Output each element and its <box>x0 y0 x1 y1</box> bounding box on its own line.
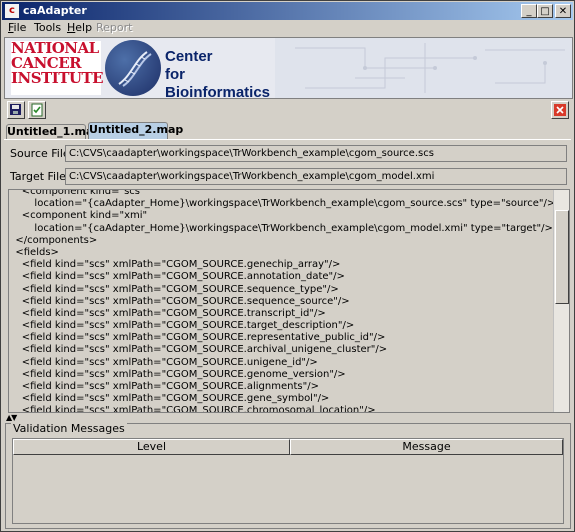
tab-untitled-2[interactable]: Untitled_2.map <box>88 122 183 139</box>
close-button[interactable]: ✕ <box>555 4 571 18</box>
code-line: <field kind="scs" xmlPath="CGOM_SOURCE.s… <box>9 283 339 295</box>
code-line: <field kind="scs" xmlPath="CGOM_SOURCE.g… <box>9 393 330 405</box>
map-tabs: Untitled_1.map Untitled_2.map <box>4 122 571 139</box>
cb-line-3: Bioinformatics <box>165 84 271 99</box>
column-header-level[interactable]: Level <box>13 439 290 455</box>
cb-line-2: for <box>165 66 185 83</box>
menu-report[interactable]: Report <box>96 21 132 35</box>
code-line: <component kind="xmi" <box>9 210 148 222</box>
app-window: c caAdapter _ □ ✕ File Tools Help Report… <box>0 0 575 532</box>
save-button[interactable] <box>7 101 25 119</box>
menu-tools[interactable]: Tools <box>34 21 61 35</box>
nci-line-3: INSTITUTE <box>11 69 104 87</box>
code-line: <component kind="scs" <box>9 189 145 197</box>
source-file-label: Source File: <box>10 147 74 160</box>
cb-line-1: Center <box>165 48 213 65</box>
tab-untitled-1[interactable]: Untitled_1.map <box>6 124 101 139</box>
nci-cb-banner: NATIONAL CANCER INSTITUTE Center for Bio… <box>4 37 573 99</box>
validation-title: Validation Messages <box>11 422 127 435</box>
code-line: <field kind="scs" xmlPath="CGOM_SOURCE.a… <box>9 381 319 392</box>
code-line: <field kind="scs" xmlPath="CGOM_SOURCE.s… <box>9 295 350 307</box>
menu-tools-label: Tools <box>34 21 62 34</box>
validate-button[interactable] <box>28 101 46 119</box>
toolbar <box>4 100 571 122</box>
code-line: <field kind="scs" xmlPath="CGOM_SOURCE.t… <box>9 320 355 332</box>
code-line: <field kind="scs" xmlPath="CGOM_SOURCE.c… <box>9 405 376 413</box>
dna-emblem-icon <box>105 40 161 96</box>
menu-report-label: Report <box>96 21 133 34</box>
menu-help[interactable]: Help <box>67 21 92 35</box>
editor-vertical-scrollbar[interactable] <box>553 190 569 412</box>
close-tab-icon <box>554 104 566 116</box>
menu-bar: File Tools Help Report <box>2 20 573 36</box>
code-line: </components> <box>9 234 98 246</box>
code-line: <field kind="scs" xmlPath="CGOM_SOURCE.t… <box>9 307 326 319</box>
menu-help-label: elp <box>75 21 93 34</box>
maximize-button[interactable]: □ <box>537 4 553 18</box>
code-line: <field kind="scs" xmlPath="CGOM_SOURCE.a… <box>9 344 388 356</box>
code-line: location="{caAdapter_Home}\workingspace\… <box>9 198 556 210</box>
validation-messages-group: Validation Messages Level Message <box>5 423 571 529</box>
minimize-button[interactable]: _ <box>521 4 537 18</box>
window-title: caAdapter <box>23 4 87 17</box>
code-line: <field kind="scs" xmlPath="CGOM_SOURCE.g… <box>9 368 346 380</box>
xml-text: <component kind="scs" location="{caAdapt… <box>9 189 556 413</box>
code-line: <field kind="scs" xmlPath="CGOM_SOURCE.r… <box>9 332 386 344</box>
target-file-field[interactable]: C:\CVS\caadapter\workingspace\TrWorkbenc… <box>65 168 567 185</box>
code-line: location="{caAdapter_Home}\workingspace\… <box>9 222 553 234</box>
menu-file-label: ile <box>13 21 27 34</box>
center-for-bioinformatics-text: Center for Bioinformatics <box>165 48 271 99</box>
menu-file[interactable]: File <box>8 21 26 35</box>
target-file-label: Target File: <box>10 170 70 183</box>
map-xml-editor[interactable]: <component kind="scs" location="{caAdapt… <box>8 189 570 413</box>
code-line: <fields> <box>9 246 59 258</box>
caadapter-app-icon[interactable]: c <box>5 4 19 18</box>
code-line: <field kind="scs" xmlPath="CGOM_SOURCE.a… <box>9 271 345 283</box>
column-header-message[interactable]: Message <box>290 439 563 455</box>
splitter-arrows-icon[interactable]: ▲▼ <box>6 414 17 422</box>
save-icon <box>10 104 21 115</box>
code-line: <field kind="scs" xmlPath="CGOM_SOURCE.g… <box>9 259 341 271</box>
title-bar[interactable]: c caAdapter _ □ ✕ <box>2 2 573 20</box>
validate-icon <box>31 103 43 117</box>
split-pane-divider[interactable]: ▲▼ <box>4 414 571 422</box>
scrollbar-thumb[interactable] <box>555 210 569 304</box>
code-line: <field kind="scs" xmlPath="CGOM_SOURCE.u… <box>9 356 318 368</box>
validation-table[interactable]: Level Message <box>12 438 564 524</box>
source-file-field[interactable]: C:\CVS\caadapter\workingspace\TrWorkbenc… <box>65 145 567 162</box>
nci-logo: NATIONAL CANCER INSTITUTE <box>11 41 104 95</box>
close-tab-button[interactable] <box>551 101 569 119</box>
